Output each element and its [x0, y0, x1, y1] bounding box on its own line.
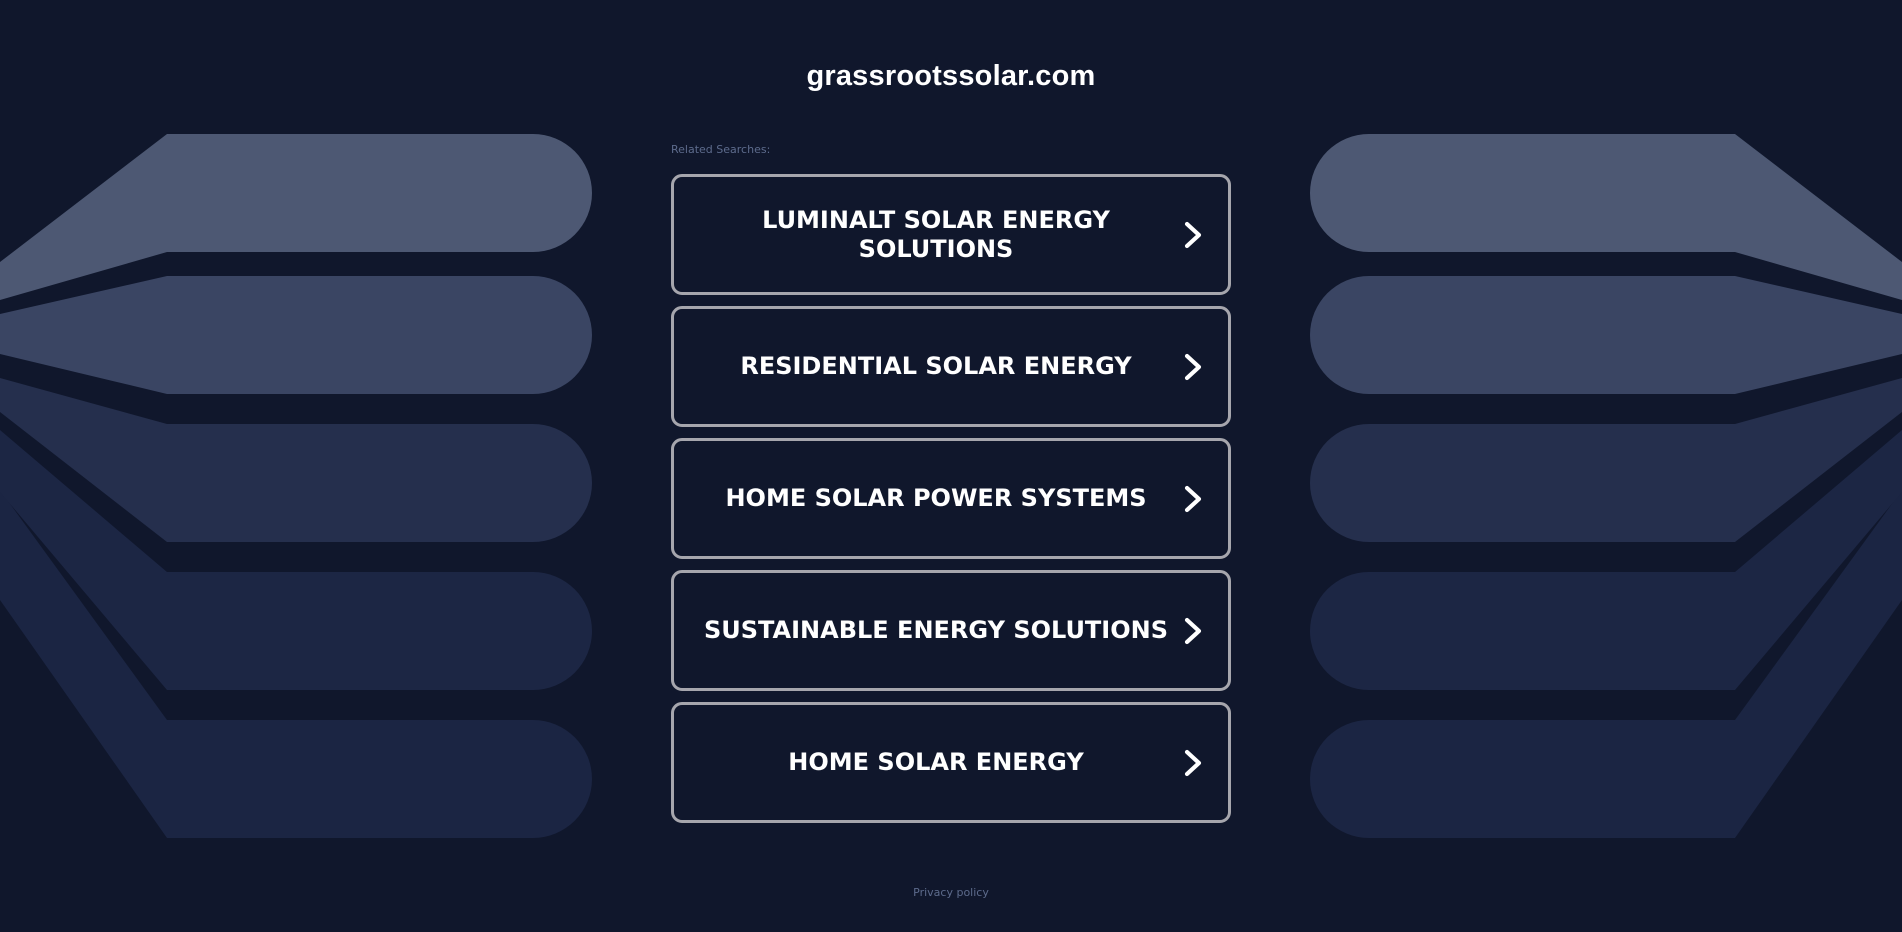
privacy-policy-link[interactable]: Privacy policy [0, 886, 1902, 900]
related-searches-label: Related Searches: [671, 143, 771, 156]
search-link-label: RESIDENTIAL SOLAR ENERGY [740, 352, 1132, 380]
search-link-luminalt-solar-energy-solutions[interactable]: LUMINALT SOLAR ENERGY SOLUTIONS [671, 174, 1231, 295]
related-searches-list: LUMINALT SOLAR ENERGY SOLUTIONS RESIDENT… [671, 174, 1231, 834]
search-link-label: SUSTAINABLE ENERGY SOLUTIONS [703, 616, 1168, 644]
chevron-right-icon [1184, 617, 1202, 644]
search-link-sustainable-energy-solutions[interactable]: SUSTAINABLE ENERGY SOLUTIONS [671, 570, 1231, 691]
chevron-right-icon [1184, 485, 1202, 512]
search-link-label: HOME SOLAR POWER SYSTEMS [725, 484, 1147, 512]
search-link-residential-solar-energy[interactable]: RESIDENTIAL SOLAR ENERGY [671, 306, 1231, 427]
chevron-right-icon [1184, 749, 1202, 776]
search-link-home-solar-power-systems[interactable]: HOME SOLAR POWER SYSTEMS [671, 438, 1231, 559]
search-link-home-solar-energy[interactable]: HOME SOLAR ENERGY [671, 702, 1231, 823]
chevron-right-icon [1184, 221, 1202, 248]
page-content: grassrootssolar.com Related Searches: LU… [0, 0, 1902, 932]
domain-title: grassrootssolar.com [806, 60, 1096, 92]
search-link-label: HOME SOLAR ENERGY [788, 748, 1084, 776]
chevron-right-icon [1184, 353, 1202, 380]
search-link-label: LUMINALT SOLAR ENERGY SOLUTIONS [762, 205, 1110, 263]
